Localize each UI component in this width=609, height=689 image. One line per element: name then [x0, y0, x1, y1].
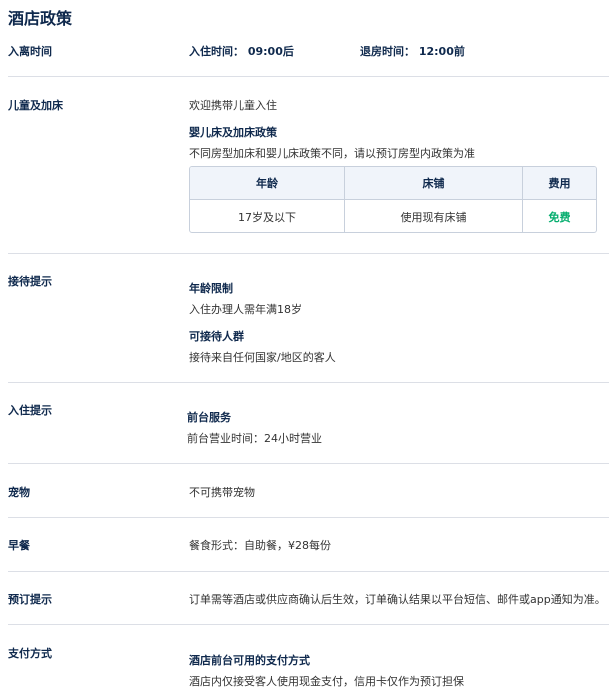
breakfast-text: 餐食形式：自助餐，¥28每份 [189, 539, 331, 552]
divider [8, 571, 609, 572]
checkin-time-label: 入离时间 [8, 45, 52, 58]
age-limit-text: 入住办理人需年满18岁 [189, 303, 302, 316]
header-age: 年龄 [190, 167, 345, 199]
reception-label: 接待提示 [8, 275, 52, 288]
booking-text: 订单需等酒店或供应商确认后生效，订单确认结果以平台短信、邮件或app通知为准。 [189, 593, 606, 606]
divider [8, 76, 609, 77]
guests-text: 接待来自任何国家/地区的客人 [189, 351, 336, 364]
divider [8, 382, 609, 383]
pets-label: 宠物 [8, 486, 30, 499]
divider [8, 517, 609, 518]
age-limit-title: 年龄限制 [189, 282, 233, 295]
children-welcome: 欢迎携带儿童入住 [189, 99, 277, 112]
payment-title: 酒店前台可用的支付方式 [189, 654, 310, 667]
checkin-tips-label: 入住提示 [8, 404, 52, 417]
payment-text: 酒店内仅接受客人使用现金支付，信用卡仅作为预订担保 [189, 675, 464, 688]
booking-label: 预订提示 [8, 593, 52, 606]
divider [8, 253, 609, 254]
breakfast-label: 早餐 [8, 539, 30, 552]
page-title: 酒店政策 [8, 9, 73, 28]
pets-text: 不可携带宠物 [189, 486, 255, 499]
table-header-row: 年龄 床铺 费用 [190, 167, 596, 200]
checkout-time-value: 退房时间： 12:00前 [360, 45, 465, 58]
cell-bed: 使用现有床铺 [345, 200, 523, 232]
header-fee: 费用 [548, 177, 571, 190]
cell-age: 17岁及以下 [190, 200, 345, 232]
front-desk-title: 前台服务 [187, 411, 231, 424]
crib-policy-title: 婴儿床及加床政策 [189, 126, 277, 139]
table-row: 17岁及以下 使用现有床铺 免费 [190, 200, 596, 232]
checkin-time-value: 入住时间： 09:00后 [189, 45, 294, 58]
guests-title: 可接待人群 [189, 330, 244, 343]
cell-fee: 免费 [548, 210, 571, 224]
crib-policy-note: 不同房型加床和婴儿床政策不同，请以预订房型内政策为准 [189, 147, 475, 160]
header-bed: 床铺 [345, 167, 523, 199]
crib-fee-table: 年龄 床铺 费用 17岁及以下 使用现有床铺 免费 [189, 166, 597, 233]
divider [8, 463, 609, 464]
front-desk-text: 前台营业时间：24小时营业 [187, 432, 322, 445]
divider [8, 624, 609, 625]
children-label: 儿童及加床 [8, 99, 63, 112]
payment-label: 支付方式 [8, 647, 52, 660]
